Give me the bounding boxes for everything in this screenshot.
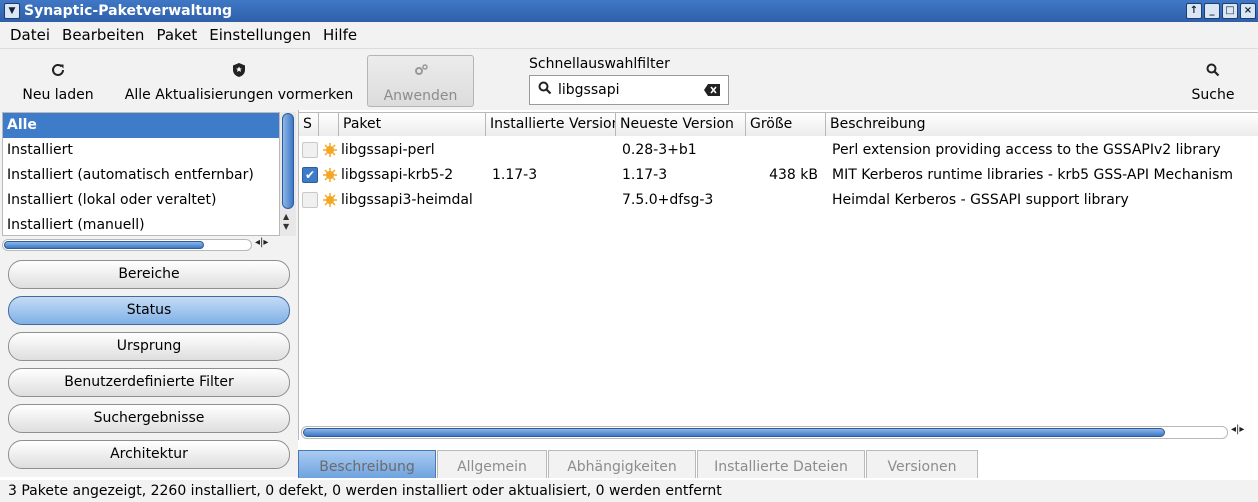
status-checkbox[interactable] [302, 141, 318, 158]
group-status-button[interactable]: Status [8, 296, 290, 325]
group-ursprung-button[interactable]: Ursprung [8, 332, 290, 361]
window-controls: ↑ _ □ × [1186, 3, 1256, 19]
mark-all-upgrades-label: Alle Aktualisierungen vormerken [124, 87, 354, 103]
scroll-thumb[interactable] [282, 113, 294, 209]
reload-label: Neu laden [22, 87, 94, 103]
table-row[interactable]: ✔ libgssapi-krb5-2 1.17-3 1.17-3 438 kB … [299, 162, 1258, 187]
tab-installierte-dateien[interactable]: Installierte Dateien [697, 450, 865, 478]
package-support-icon [323, 192, 337, 207]
close-button[interactable]: × [1240, 3, 1256, 19]
raise-window-button[interactable]: ↑ [1186, 3, 1202, 19]
apply-label: Anwenden [383, 88, 458, 104]
scroll-thumb[interactable] [303, 428, 1165, 437]
search-icon [538, 81, 552, 99]
package-list-hscrollbar[interactable]: ◂|▸ [301, 424, 1256, 439]
filter-item-alle[interactable]: Alle [3, 113, 279, 138]
group-architecture-button[interactable]: Architektur [8, 440, 290, 469]
window-title: Synaptic-Paketverwaltung [24, 3, 233, 19]
menu-datei[interactable]: Datei [4, 26, 56, 44]
window-menu-icon[interactable]: ▼ [4, 3, 20, 19]
group-bereiche-button[interactable]: Bereiche [8, 260, 290, 289]
filter-list-vscrollbar[interactable]: ▲ ▼ [280, 112, 296, 236]
package-description: Heimdal Kerberos - GSSAPI support librar… [832, 191, 1129, 208]
minimize-button[interactable]: _ [1204, 3, 1220, 19]
scroll-thumb[interactable] [4, 241, 204, 249]
table-row[interactable]: libgssapi3-heimdal 7.5.0+dfsg-3 Heimdal … [299, 187, 1258, 212]
column-header-description[interactable]: Beschreibung [826, 112, 1258, 136]
group-search-results-button[interactable]: Suchergebnisse [8, 404, 290, 433]
menu-hilfe[interactable]: Hilfe [317, 26, 363, 44]
filter-item-installiert-manuell[interactable]: Installiert (manuell) [3, 213, 279, 235]
column-header-installed-version[interactable]: Installierte Version [486, 112, 616, 136]
filter-pane: Alle Installiert Installiert (automatisc… [0, 110, 298, 477]
package-list-header: S Paket Installierte Version Neueste Ver… [299, 112, 1258, 136]
package-name: libgssapi3-heimdal [341, 191, 473, 208]
tab-abhaengigkeiten[interactable]: Abhängigkeiten [548, 450, 696, 478]
menu-bearbeiten[interactable]: Bearbeiten [56, 26, 150, 44]
latest-version: 1.17-3 [622, 166, 668, 183]
maximize-button[interactable]: □ [1222, 3, 1238, 19]
column-header-latest-version[interactable]: Neueste Version [616, 112, 746, 136]
search-toolbar-icon [1206, 59, 1220, 81]
package-support-icon [323, 142, 337, 157]
latest-version: 7.5.0+dfsg-3 [622, 191, 714, 208]
latest-version: 0.28-3+b1 [622, 141, 697, 158]
scroll-track[interactable] [301, 426, 1228, 439]
column-header-package[interactable]: Paket [339, 112, 486, 136]
package-list: S Paket Installierte Version Neueste Ver… [298, 110, 1258, 440]
status-checkbox[interactable] [302, 191, 318, 208]
menu-bar: Datei Bearbeiten Paket Einstellungen Hil… [0, 22, 1258, 48]
package-name: libgssapi-krb5-2 [341, 166, 454, 183]
quickfilter-input[interactable] [558, 82, 698, 98]
column-header-support[interactable] [319, 112, 339, 136]
status-bar: 3 Pakete angezeigt, 2260 installiert, 0 … [0, 480, 1258, 502]
table-row[interactable]: libgssapi-perl 0.28-3+b1 Perl extension … [299, 137, 1258, 162]
package-description: MIT Kerberos runtime libraries - krb5 GS… [832, 166, 1234, 183]
gears-icon [413, 60, 429, 82]
column-header-size[interactable]: Größe [746, 112, 826, 136]
filter-list: Alle Installiert Installiert (automatisc… [2, 112, 280, 236]
status-checkbox[interactable]: ✔ [302, 166, 318, 183]
reload-icon [50, 59, 66, 81]
package-support-icon [323, 167, 337, 182]
package-description: Perl extension providing access to the G… [832, 141, 1221, 158]
package-size: 438 kB [769, 166, 818, 183]
mark-all-upgrades-button[interactable]: Alle Aktualisierungen vormerken [124, 55, 354, 107]
filter-item-installiert-lokal[interactable]: Installiert (lokal oder veraltet) [3, 188, 279, 213]
reload-button[interactable]: Neu laden [14, 55, 102, 107]
search-button[interactable]: Suche [1172, 55, 1254, 107]
menu-einstellungen[interactable]: Einstellungen [203, 26, 317, 44]
tab-beschreibung[interactable]: Beschreibung [298, 450, 436, 478]
shield-icon [232, 59, 246, 81]
tab-allgemein[interactable]: Allgemein [437, 450, 547, 478]
group-custom-filter-button[interactable]: Benutzerdefinierte Filter [8, 368, 290, 397]
search-label: Suche [1191, 87, 1235, 103]
quickfilter-field [529, 75, 729, 105]
filter-list-hscrollbar[interactable]: ◂|▸ [2, 237, 280, 252]
package-name: libgssapi-perl [341, 141, 435, 158]
menu-paket[interactable]: Paket [150, 26, 203, 44]
apply-button[interactable]: Anwenden [367, 55, 474, 107]
scroll-left-right-icon[interactable]: ◂|▸ [1231, 424, 1244, 435]
clear-filter-icon[interactable] [704, 84, 720, 100]
detail-tabs: Beschreibung Allgemein Abhängigkeiten In… [298, 450, 1258, 478]
tab-versionen[interactable]: Versionen [866, 450, 978, 478]
column-header-status[interactable]: S [299, 112, 319, 136]
scroll-down-icon[interactable]: ▼ [283, 222, 289, 231]
toolbar: Neu laden Alle Aktualisierungen vormerke… [0, 48, 1258, 110]
installed-version: 1.17-3 [492, 166, 538, 183]
filter-item-installiert[interactable]: Installiert [3, 138, 279, 163]
title-bar: ▼ Synaptic-Paketverwaltung ↑ _ □ × [0, 0, 1258, 22]
filter-item-installiert-auto[interactable]: Installiert (automatisch entfernbar) [3, 163, 279, 188]
scroll-track[interactable] [2, 239, 252, 251]
quickfilter-label: Schnellauswahlfilter [529, 56, 670, 72]
scroll-left-right-icon[interactable]: ◂|▸ [255, 237, 268, 248]
scroll-up-icon[interactable]: ▲ [283, 212, 289, 221]
